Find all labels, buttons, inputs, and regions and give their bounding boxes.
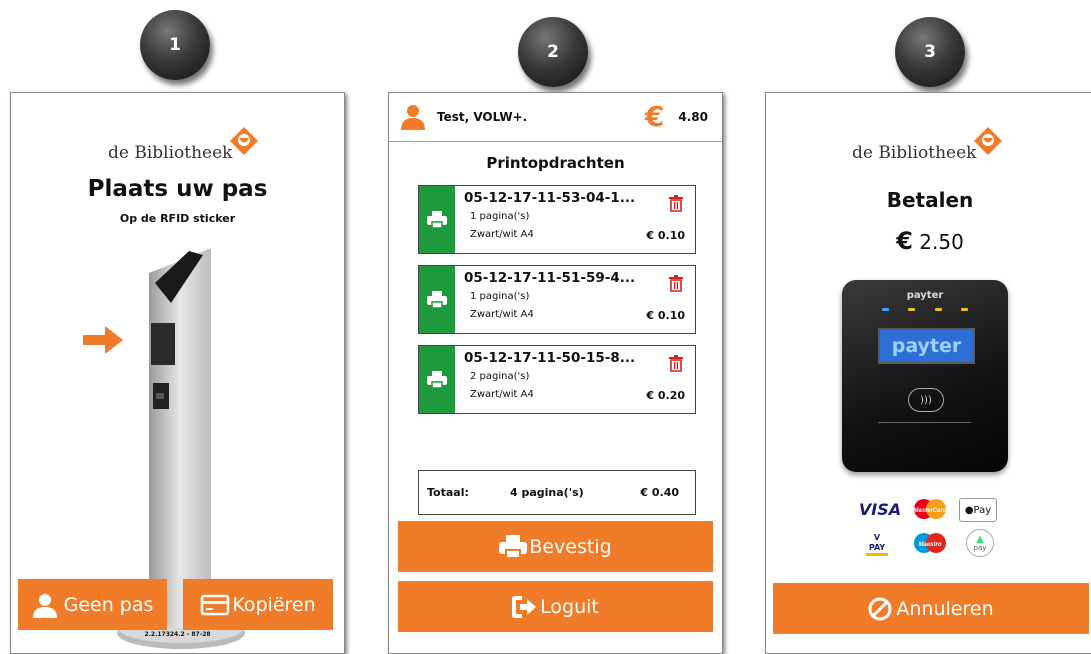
- version-text: 2.2.17324.2 - 87-28: [144, 631, 211, 638]
- terminal-brand: payter: [906, 290, 944, 301]
- total-pages: 4 pagina('s): [510, 486, 584, 499]
- credit-card-icon: [201, 594, 230, 615]
- library-logo-icon: [230, 127, 259, 155]
- total-label: Totaal:: [427, 486, 469, 499]
- no-card-label: Geen pas: [63, 593, 154, 616]
- user-icon: [32, 593, 57, 618]
- logout-label: Loguit: [540, 595, 599, 618]
- euro-icon: €: [896, 227, 913, 255]
- page-subtitle: Op de RFID sticker: [119, 212, 236, 225]
- job-price: € 0.10: [646, 309, 685, 322]
- total-price: € 0.40: [640, 486, 679, 499]
- apple-pay-logo: ● Pay: [959, 498, 997, 522]
- logo-text: de Bibliotheek: [852, 143, 977, 163]
- logo-text: de Bibliotheek: [108, 143, 233, 163]
- apple-icon: ●: [964, 504, 974, 516]
- contactless-icon: ))): [908, 388, 944, 412]
- kiosk-screen: de Bibliotheek Plaats uw pas Op de RFID …: [10, 92, 345, 654]
- printer-icon: [419, 346, 455, 413]
- page-title: Printopdrachten: [486, 154, 625, 172]
- printer-icon: [419, 266, 455, 333]
- print-job-item[interactable]: 05-12-17-11-53-04-1... 1 pagina('s) Zwar…: [418, 185, 696, 254]
- page-title: Plaats uw pas: [87, 176, 268, 202]
- trash-icon[interactable]: [669, 195, 683, 212]
- cancel-label: Annuleren: [896, 597, 994, 620]
- vpay-text: V PAY: [866, 533, 888, 556]
- confirm-button[interactable]: Bevestig: [398, 521, 713, 572]
- terminal-screen: payter: [878, 328, 975, 364]
- terminal-leds: [882, 308, 968, 311]
- copy-label: Kopiëren: [232, 593, 316, 616]
- print-job-item[interactable]: 05-12-17-11-50-15-8... 2 pagina('s) Zwar…: [418, 345, 696, 414]
- step-badge-3: 3: [895, 17, 965, 87]
- terminal-divider: [878, 422, 971, 423]
- job-pages: 1 pagina('s): [470, 211, 530, 222]
- job-type: Zwart/wit A4: [470, 229, 534, 240]
- balance: € 4.80: [644, 100, 708, 133]
- euro-icon: €: [644, 100, 665, 133]
- sign-out-icon: [512, 595, 537, 618]
- android-pay-text: pay: [973, 543, 987, 552]
- print-jobs-screen: Test, VOLW+. € 4.80 Printopdrachten 05-1…: [388, 92, 723, 654]
- step-badge-1: 1: [140, 10, 210, 80]
- user-icon: [401, 105, 425, 130]
- visa-logo: VISA: [858, 499, 902, 519]
- logout-button[interactable]: Loguit: [398, 581, 713, 632]
- payment-terminal: payter payter ))): [842, 280, 1008, 472]
- job-name: 05-12-17-11-53-04-1...: [464, 190, 636, 206]
- total-summary: Totaal: 4 pagina('s) € 0.40: [418, 470, 696, 515]
- trash-icon[interactable]: [669, 355, 683, 372]
- arrow-right-icon: [83, 326, 123, 354]
- mastercard-logo: MasterCard: [908, 498, 952, 520]
- job-pages: 1 pagina('s): [470, 291, 530, 302]
- payment-screen: de Bibliotheek Betalen € 2.50 payter pay…: [765, 92, 1091, 654]
- payment-amount: € 2.50: [766, 227, 1091, 255]
- cancel-button[interactable]: Annuleren: [773, 583, 1089, 634]
- library-logo: de Bibliotheek: [852, 125, 1004, 163]
- apple-pay-text: Pay: [973, 504, 992, 516]
- printer-icon: [419, 186, 455, 253]
- ban-icon: [868, 597, 892, 620]
- job-type: Zwart/wit A4: [470, 389, 534, 400]
- confirm-label: Bevestig: [529, 535, 612, 558]
- trash-icon[interactable]: [669, 275, 683, 292]
- maestro-text: Maestro: [918, 542, 941, 548]
- step-badge-2: 2: [518, 17, 588, 87]
- amount-value: 2.50: [919, 230, 964, 254]
- user-name: Test, VOLW+.: [437, 110, 528, 124]
- copy-button[interactable]: Kopiëren: [183, 579, 333, 630]
- android-pay-logo: ▲ pay: [966, 529, 994, 557]
- printer-icon: [499, 534, 528, 559]
- no-card-button[interactable]: Geen pas: [18, 579, 167, 630]
- job-name: 05-12-17-11-50-15-8...: [464, 350, 636, 366]
- job-price: € 0.20: [646, 389, 685, 402]
- job-price: € 0.10: [646, 229, 685, 242]
- job-pages: 2 pagina('s): [470, 371, 530, 382]
- job-name: 05-12-17-11-51-59-4...: [464, 270, 636, 286]
- balance-value: 4.80: [678, 110, 708, 124]
- user-header: Test, VOLW+. € 4.80: [389, 93, 722, 142]
- library-logo: de Bibliotheek: [108, 125, 260, 163]
- library-logo-icon: [974, 127, 1003, 155]
- print-job-item[interactable]: 05-12-17-11-51-59-4... 1 pagina('s) Zwar…: [418, 265, 696, 334]
- page-title: Betalen: [886, 188, 974, 212]
- job-type: Zwart/wit A4: [470, 309, 534, 320]
- mastercard-text: MasterCard: [913, 508, 946, 514]
- maestro-logo: Maestro: [908, 531, 952, 555]
- android-icon: ▲: [976, 533, 984, 545]
- vpay-logo: V PAY: [863, 531, 891, 557]
